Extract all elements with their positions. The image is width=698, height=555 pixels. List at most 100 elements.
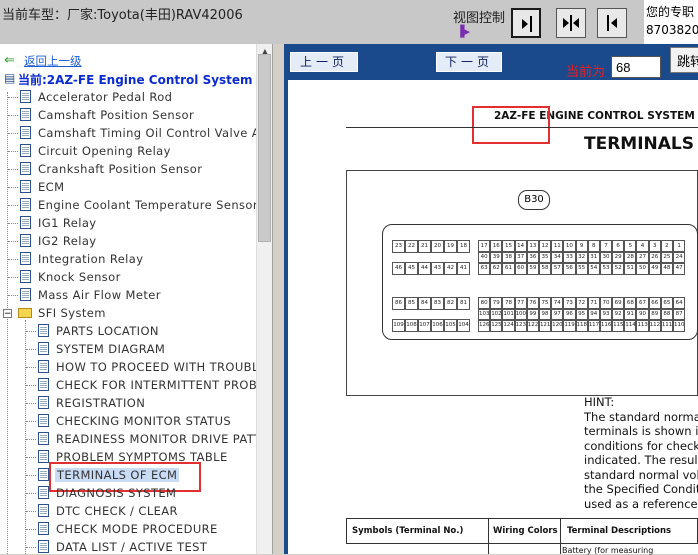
scrollbar-thumb[interactable] (258, 54, 271, 242)
connector-pin: 125 (490, 319, 503, 332)
panel-left-icon (607, 15, 617, 31)
tree-item-label: DIAGNOSIS SYSTEM (56, 486, 177, 500)
show-right-pane-button[interactable] (511, 8, 541, 38)
tree-item-label: CHECKING MONITOR STATUS (56, 414, 232, 428)
connector-pin: 119 (563, 319, 576, 332)
document-icon (20, 252, 31, 265)
connector-pin: 59 (526, 262, 539, 275)
tree-item-label: HOW TO PROCEED WITH TROUBLE (56, 360, 256, 374)
document-icon (20, 270, 31, 283)
connector-pin: 55 (575, 262, 588, 275)
document-icon (20, 180, 31, 193)
connector-pin: 126 (478, 319, 491, 332)
tree-item-label: SYSTEM DIAGRAM (56, 342, 166, 356)
view-control-icon: ▐▸ (456, 25, 470, 38)
tree-guide-line (7, 92, 8, 554)
pin-group-top-left: 23 22 21 20 19 18 46 45 44 43 42 41 (392, 240, 470, 284)
connector-pin: 42 (444, 262, 457, 275)
document-icon (38, 360, 49, 373)
document-icon (38, 450, 49, 463)
connector-pin: 83 (431, 297, 444, 310)
hint-line: the Specified Conditio (584, 482, 698, 496)
connector-pin: 48 (660, 262, 673, 275)
tree-item-label: Mass Air Flow Meter (38, 288, 161, 302)
tree-item-label: READINESS MONITOR DRIVE PATT (56, 432, 256, 446)
tree-item-label: REGISTRATION (56, 396, 146, 410)
connector-pin: 81 (457, 297, 470, 310)
tree-item-label: Integration Relay (38, 252, 144, 266)
tree-item-label: DTC CHECK / CLEAR (56, 504, 178, 518)
next-page-button[interactable]: 下一页 (436, 52, 502, 72)
document-icon (38, 324, 49, 337)
current-system-label: 当前:2AZ-FE Engine Control System (18, 73, 253, 87)
document-icon (38, 432, 49, 445)
connector-pin: 41 (457, 262, 470, 275)
connector-pin: 22 (405, 240, 418, 253)
connector-pin: 60 (514, 262, 527, 275)
connector-pin: 19 (444, 240, 457, 253)
connector-pin: 118 (575, 319, 588, 332)
tree-item-label: Engine Coolant Temperature Sensor (38, 198, 256, 212)
title-rule (346, 127, 698, 128)
connector-pin: 63 (478, 262, 491, 275)
document-icon (38, 342, 49, 355)
document-icon (20, 90, 31, 103)
connector-pin: 116 (599, 319, 613, 332)
jump-button[interactable]: 跳转 (670, 47, 698, 73)
connector-pin: 18 (457, 240, 470, 253)
prev-page-button[interactable]: 上一页 (290, 52, 358, 72)
pin-group-top-right: 17 16 15 14 13 12 11 10 9 8 7 6 5 4 3 2 1 40 39 38 37 36 35 34 3… (478, 240, 686, 275)
connector-pin: 104 (457, 319, 470, 332)
navigation-tree: ⇐ 返回上一级 ▤ 当前:2AZ-FE Engine Control Syste… (0, 44, 256, 554)
show-left-pane-button[interactable] (597, 8, 627, 38)
open-folder-icon (18, 308, 32, 318)
document-icon (38, 468, 49, 481)
pin-group-bottom-right: 80 79 78 77 76 75 74 73 72 71 70 69 68 67 66 65 64 103 102… (478, 297, 686, 332)
connector-pin: 121 (538, 319, 552, 332)
connector-pin: 53 (599, 262, 613, 275)
document-icon (38, 522, 49, 535)
connector-pin: 51 (624, 262, 637, 275)
tree-item-label: Knock Sensor (38, 270, 121, 284)
hint-line: used as a reference t (584, 496, 698, 511)
view-control-label: 视图控制 (453, 11, 506, 26)
connector-pin: 122 (526, 319, 539, 332)
document-viewer: 上一页 下一页 2AZ-FE ENGINE CONTROL SYSTEM – T… (284, 44, 698, 555)
document-icon (20, 144, 31, 157)
tree-scrollbar[interactable]: ▲ (256, 44, 273, 554)
car-model-title: 当前车型：厂家:Toyota(丰田)RAV42006 (2, 8, 243, 23)
connector-pin: 62 (490, 262, 503, 275)
subtree-guide-line (25, 320, 26, 554)
table-header-cell: Terminal Descriptions (567, 526, 672, 536)
connector-pin: 21 (418, 240, 431, 253)
back-link[interactable]: 返回上一级 (24, 53, 82, 69)
tree-item-label: CHECK FOR INTERMITTENT PROBL (56, 378, 256, 392)
page-number-input[interactable] (611, 56, 661, 78)
document-icon (20, 162, 31, 175)
connector-pin: 106 (431, 319, 444, 332)
show-both-panes-button[interactable] (556, 8, 586, 38)
connector-pin: 120 (551, 319, 564, 332)
document-icon (20, 126, 31, 139)
document-icon (38, 378, 49, 391)
table-header-cell: Wiring Colors (493, 526, 558, 536)
connector-pin: 61 (502, 262, 515, 275)
pin-group-bottom-left: 86 85 84 83 82 81 109 108 107 106 105 104 (392, 297, 470, 341)
tree-folder-label: SFI System (38, 306, 106, 320)
collapse-icon[interactable]: − (3, 309, 12, 319)
document-icon (20, 198, 31, 211)
hint-line: indicated. The result c (584, 453, 698, 467)
document-icon (20, 216, 31, 229)
hint-line: HINT: (584, 395, 615, 409)
connector-pin: 50 (636, 262, 649, 275)
connector-pin: 111 (660, 319, 673, 332)
connector-pin: 124 (502, 319, 515, 332)
connector-pin: 23 (392, 240, 405, 253)
document-icon (38, 414, 49, 427)
connector-pin: 105 (444, 319, 457, 332)
hint-line: standard normal voltag (584, 467, 698, 482)
connector-pin: 85 (405, 297, 418, 310)
title-highlight (472, 106, 550, 144)
tree-item-label: CHECK MODE PROCEDURE (56, 522, 218, 536)
tree-item-label: Accelerator Pedal Rod (38, 90, 173, 104)
